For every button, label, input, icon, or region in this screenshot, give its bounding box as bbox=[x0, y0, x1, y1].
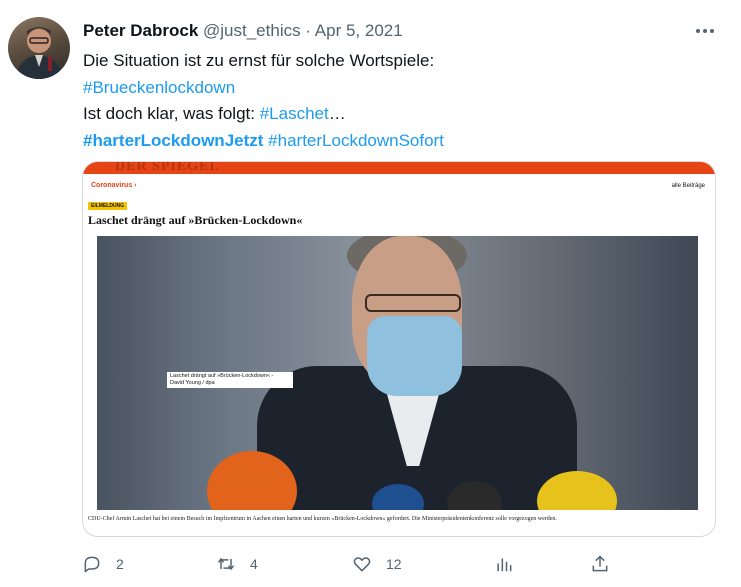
reply-button[interactable]: 2 bbox=[82, 552, 124, 576]
breaking-news-badge: EILMELDUNG bbox=[88, 202, 128, 210]
tweet-text-line-prefix: Ist doch klar, was folgt: bbox=[83, 104, 260, 123]
tweet[interactable]: Peter Dabrock @just_ethics · Apr 5, 2021… bbox=[0, 0, 741, 587]
like-button[interactable]: 12 bbox=[352, 552, 402, 576]
hashtag-harterlockdownsofort[interactable]: #harterLockdownSofort bbox=[268, 131, 444, 150]
share-icon bbox=[592, 555, 608, 572]
author-handle[interactable]: @just_ethics bbox=[203, 21, 301, 40]
article-caption: CDU-Chef Armin Laschet hat bei einem Bes… bbox=[88, 516, 557, 522]
hashtag-harterlockdownjetzt[interactable]: #harterLockdownJetzt bbox=[83, 131, 263, 150]
tweet-text-line: Die Situation ist zu ernst für solche Wo… bbox=[83, 51, 435, 70]
views-button[interactable] bbox=[494, 552, 528, 576]
photo-face-mask bbox=[367, 316, 462, 396]
photo-credit-line: David Young / dpa bbox=[170, 380, 215, 386]
like-count: 12 bbox=[386, 556, 402, 572]
retweet-count: 4 bbox=[250, 556, 258, 572]
hashtag-laschet[interactable]: #Laschet bbox=[260, 104, 329, 123]
hashtag-brueckenlockdown[interactable]: #Brueckenlockdown bbox=[83, 78, 235, 97]
article-photo: Laschet drängt auf »Brücken-Lockdown« - … bbox=[97, 236, 698, 510]
retweet-button[interactable]: 4 bbox=[216, 552, 258, 576]
tweet-header: Peter Dabrock @just_ethics · Apr 5, 2021 bbox=[83, 20, 403, 42]
author-name[interactable]: Peter Dabrock bbox=[83, 21, 198, 40]
article-headline: Laschet drängt auf »Brücken-Lockdown« bbox=[88, 213, 303, 227]
spiegel-header-bar: DER SPIEGEL bbox=[83, 162, 715, 174]
ellipsis: … bbox=[328, 104, 346, 123]
photo-glasses bbox=[365, 294, 461, 312]
more-options-button[interactable] bbox=[690, 20, 720, 42]
more-icon bbox=[696, 29, 714, 33]
photo-credit-label: Laschet drängt auf »Brücken-Lockdown« - … bbox=[167, 372, 293, 388]
reply-icon bbox=[84, 556, 100, 573]
avatar[interactable] bbox=[8, 17, 70, 79]
spiegel-logo: DER SPIEGEL bbox=[115, 161, 220, 174]
retweet-icon bbox=[217, 557, 235, 571]
all-posts-label: alle Beiträge bbox=[671, 183, 705, 189]
header-separator: · bbox=[305, 21, 311, 40]
photo-credit-line: Laschet drängt auf »Brücken-Lockdown« - bbox=[170, 373, 274, 379]
like-icon bbox=[353, 557, 371, 572]
reply-count: 2 bbox=[116, 556, 124, 572]
views-icon bbox=[497, 558, 512, 572]
tweet-text: Die Situation ist zu ernst für solche Wo… bbox=[83, 48, 703, 154]
share-button[interactable] bbox=[590, 552, 610, 576]
tweet-date[interactable]: Apr 5, 2021 bbox=[315, 21, 403, 40]
tweet-media-image[interactable]: DER SPIEGEL Coronavirus › alle Beiträge … bbox=[82, 161, 716, 537]
tweet-actions: 2 4 12 bbox=[82, 552, 622, 576]
breadcrumb: Coronavirus › bbox=[91, 182, 137, 189]
avatar-photo bbox=[16, 27, 62, 79]
